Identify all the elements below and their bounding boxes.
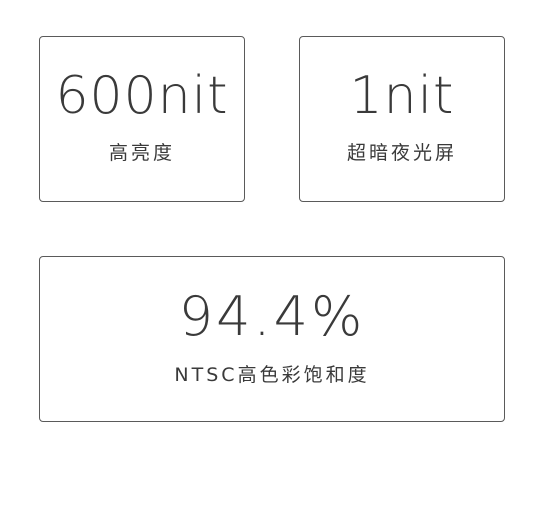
color-gamut-value: 94.4% — [178, 284, 366, 348]
night-screen-spec-card: 1nit 超暗夜光屏 — [299, 36, 505, 202]
night-screen-value: 1nit — [349, 65, 455, 126]
brightness-spec-card: 600nit 高亮度 — [39, 36, 245, 202]
color-gamut-spec-card: 94.4% NTSC高色彩饱和度 — [39, 256, 505, 422]
brightness-value: 600nit — [55, 65, 229, 126]
night-screen-label: 超暗夜光屏 — [346, 141, 457, 164]
color-gamut-label: NTSC高色彩饱和度 — [174, 363, 370, 386]
brightness-label: 高亮度 — [108, 141, 175, 164]
